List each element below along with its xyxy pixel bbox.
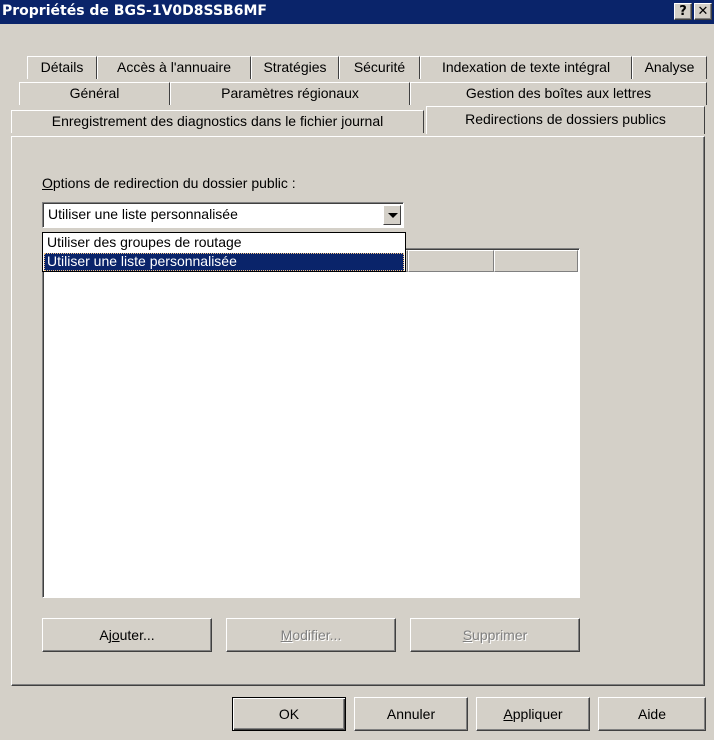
title-bar[interactable]: Propriétés de BGS-1V0D8SSB6MF ? ✕ <box>0 0 714 24</box>
tab-regional-settings[interactable]: Paramètres régionaux <box>170 82 410 105</box>
ok-button[interactable]: OK <box>232 697 346 731</box>
help-dialog-button[interactable]: Aide <box>598 697 706 731</box>
tab-monitoring[interactable]: Analyse <box>632 56 707 79</box>
apply-button[interactable]: Appliquer <box>476 697 590 731</box>
tab-diagnostics-logging[interactable]: Enregistrement des diagnostics dans le f… <box>11 110 424 133</box>
help-button[interactable]: ? <box>674 3 692 20</box>
referral-list[interactable] <box>42 248 580 598</box>
options-label: Options de redirection du dossier public… <box>42 175 296 191</box>
tab-public-folder-referrals[interactable]: Redirections de dossiers publics <box>426 106 705 134</box>
window-title: Propriétés de BGS-1V0D8SSB6MF <box>2 3 267 19</box>
redirect-options-select[interactable]: Utiliser une liste personnalisée <box>42 202 404 228</box>
tab-mailbox-management[interactable]: Gestion des boîtes aux lettres <box>410 82 707 105</box>
tab-general[interactable]: Général <box>19 82 170 105</box>
option-routing-groups[interactable]: Utiliser des groupes de routage <box>44 234 404 252</box>
option-custom-list[interactable]: Utiliser une liste personnalisée <box>44 253 404 271</box>
close-button[interactable]: ✕ <box>694 3 712 20</box>
cancel-button[interactable]: Annuler <box>354 697 468 731</box>
chevron-down-icon[interactable] <box>383 205 401 225</box>
tab-policies[interactable]: Stratégies <box>251 56 339 79</box>
column-header-3[interactable] <box>494 250 578 272</box>
tab-directory-access[interactable]: Accès à l'annuaire <box>97 56 251 79</box>
delete-button[interactable]: Supprimer <box>410 618 580 652</box>
modify-button[interactable]: Modifier... <box>226 618 396 652</box>
add-button[interactable]: Ajouter... <box>42 618 212 652</box>
tab-details[interactable]: Détails <box>27 56 97 79</box>
tab-full-text-indexing[interactable]: Indexation de texte intégral <box>420 56 632 79</box>
column-header-2[interactable] <box>408 250 494 272</box>
tab-security[interactable]: Sécurité <box>339 56 420 79</box>
select-value: Utiliser une liste personnalisée <box>48 206 238 222</box>
close-icon: ✕ <box>697 4 709 19</box>
redirect-options-dropdown[interactable]: Utiliser des groupes de routage Utiliser… <box>42 232 406 272</box>
